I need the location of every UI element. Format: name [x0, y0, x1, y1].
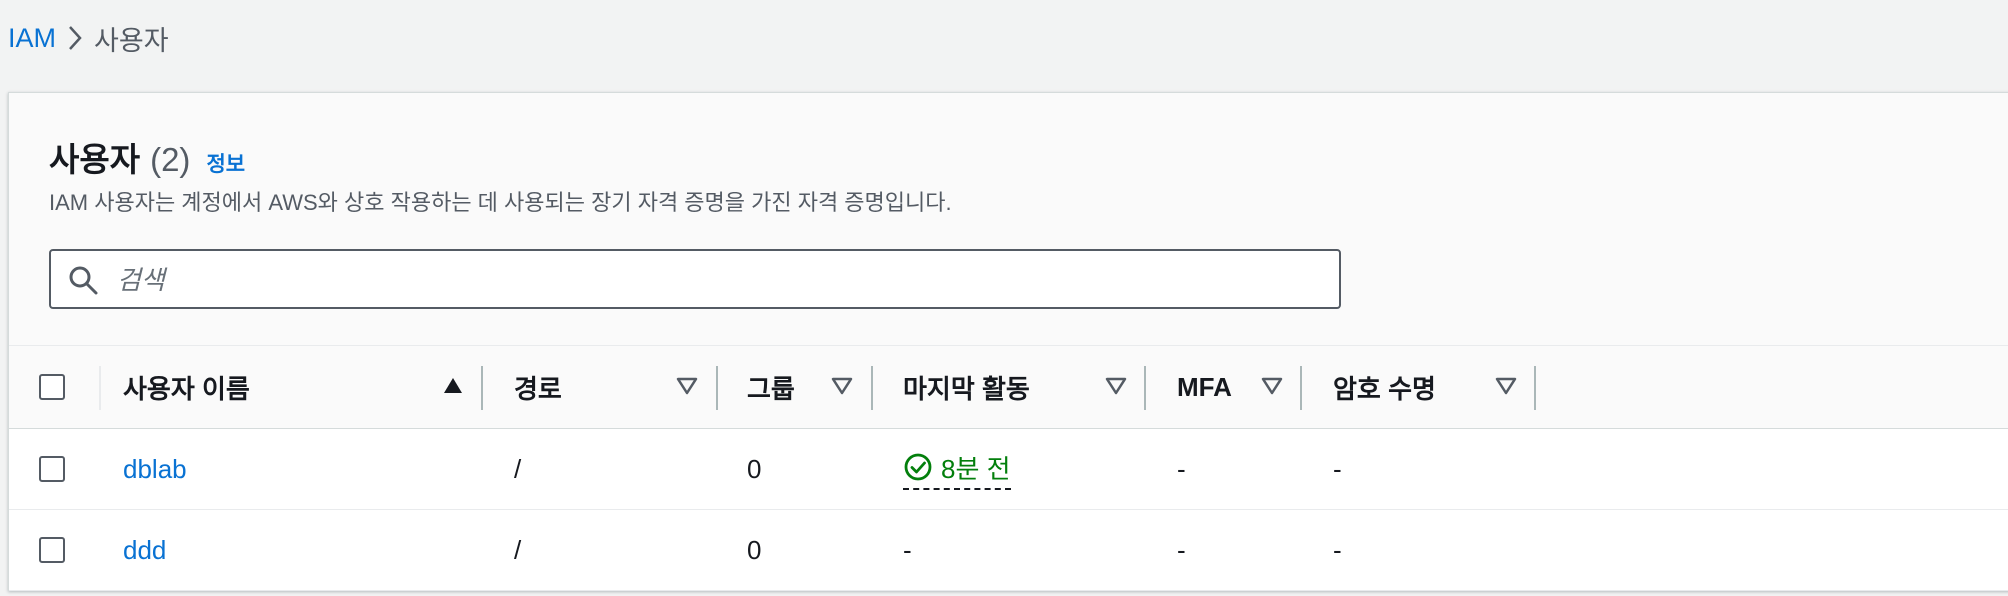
panel-description: IAM 사용자는 계정에서 AWS와 상호 작용하는 데 사용되는 장기 자격 …	[49, 190, 952, 215]
select-all-checkbox[interactable]	[39, 374, 65, 400]
sort-icon[interactable]	[1261, 376, 1283, 401]
last-activity-text: 8분 전	[941, 453, 1011, 484]
row-select-cell	[39, 429, 65, 509]
path-cell: /	[514, 534, 522, 565]
path-cell: /	[514, 453, 522, 484]
column-header-groups-label: 그룹	[747, 373, 795, 404]
sort-icon[interactable]	[1495, 376, 1517, 401]
password-age-cell: -	[1333, 534, 1342, 565]
column-header-password-age[interactable]: 암호 수명	[1333, 346, 1513, 428]
column-header-mfa-label: MFA	[1177, 371, 1232, 402]
sort-icon[interactable]	[831, 376, 853, 401]
row-checkbox[interactable]	[39, 456, 65, 482]
column-resizer[interactable]	[871, 366, 873, 410]
username-cell: ddd	[123, 510, 166, 590]
sort-ascending-icon[interactable]	[442, 376, 464, 401]
column-resizer[interactable]	[716, 366, 718, 410]
page-title: 사용자	[49, 141, 141, 178]
chevron-right-icon	[56, 25, 94, 51]
column-header-mfa[interactable]: MFA	[1177, 346, 1267, 428]
last-activity-cell: 8분 전	[903, 429, 1011, 509]
table-header: 사용자 이름 경로 그룹 마지막 활동 MFA 암호 수명	[9, 346, 2008, 429]
column-resizer[interactable]	[1300, 366, 1302, 410]
breadcrumb-current: 사용자	[94, 25, 169, 56]
mfa-cell: -	[1177, 453, 1186, 484]
username-link[interactable]: dblab	[123, 454, 187, 485]
column-resizer[interactable]	[481, 366, 483, 410]
column-header-password-age-label: 암호 수명	[1333, 373, 1436, 404]
breadcrumb-iam-link[interactable]: IAM	[8, 23, 56, 54]
last-activity-status[interactable]: 8분 전	[903, 449, 1011, 490]
column-header-path-label: 경로	[514, 373, 562, 404]
column-header-last-activity[interactable]: 마지막 활동	[903, 346, 1103, 428]
search-icon	[67, 264, 99, 301]
panel-header: 사용자 (2) 정보 IAM 사용자는 계정에서 AWS와 상호 작용하는 데 …	[9, 93, 2008, 345]
column-header-username-label: 사용자 이름	[123, 373, 250, 404]
info-link[interactable]: 정보	[206, 148, 245, 178]
row-checkbox[interactable]	[39, 537, 65, 563]
search-input[interactable]	[115, 261, 1319, 299]
last-activity-cell: -	[903, 534, 912, 565]
sort-icon[interactable]	[676, 376, 698, 401]
groups-cell: 0	[747, 453, 762, 484]
column-resizer[interactable]	[1534, 366, 1536, 410]
column-divider	[99, 366, 101, 410]
mfa-cell: -	[1177, 534, 1186, 565]
check-circle-icon	[904, 453, 932, 481]
row-select-cell	[39, 510, 65, 590]
groups-cell: 0	[747, 534, 762, 565]
users-table: 사용자 이름 경로 그룹 마지막 활동 MFA 암호 수명 dblab / 0 …	[9, 345, 2008, 591]
username-link[interactable]: ddd	[123, 535, 166, 566]
user-count: (2)	[150, 141, 191, 178]
table-row[interactable]: dblab / 0 8분 전 - -	[9, 429, 2008, 510]
select-all-cell	[39, 346, 65, 428]
search-box[interactable]	[49, 249, 1341, 309]
username-cell: dblab	[123, 429, 187, 509]
password-age-cell: -	[1333, 453, 1342, 484]
column-resizer[interactable]	[1144, 366, 1146, 410]
column-header-username[interactable]: 사용자 이름	[123, 346, 479, 428]
users-panel: 사용자 (2) 정보 IAM 사용자는 계정에서 AWS와 상호 작용하는 데 …	[8, 92, 2008, 591]
column-header-last-activity-label: 마지막 활동	[903, 373, 1030, 404]
title-row: 사용자 (2) 정보	[49, 133, 245, 181]
column-header-path[interactable]: 경로	[514, 346, 694, 428]
sort-icon[interactable]	[1105, 376, 1127, 401]
table-row[interactable]: ddd / 0 - - -	[9, 510, 2008, 591]
breadcrumb: IAM 사용자	[8, 18, 169, 58]
